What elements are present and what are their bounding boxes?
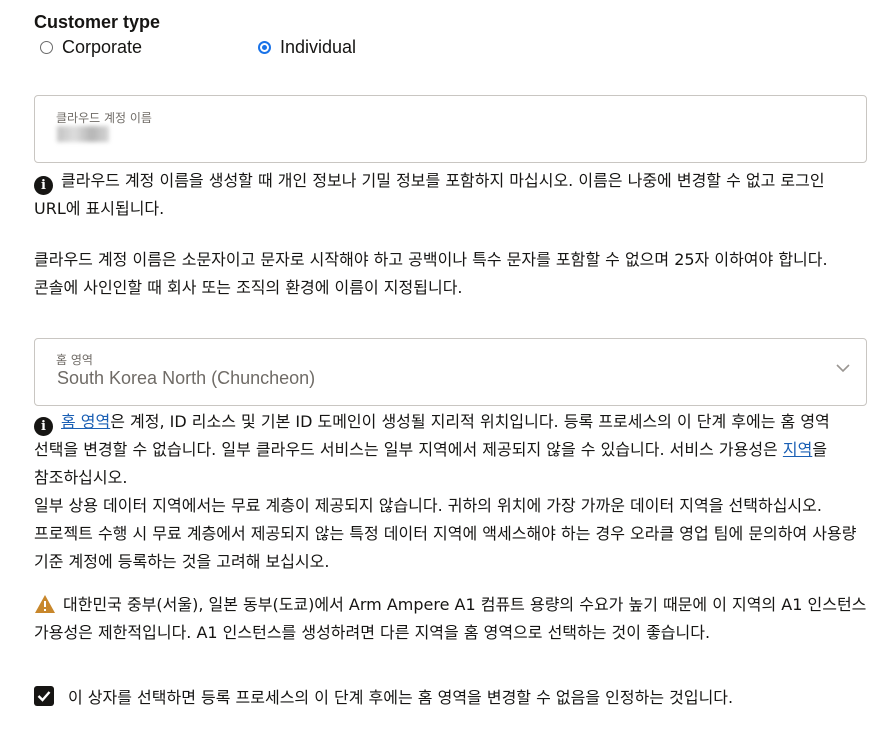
home-region-label: 홈 영역 <box>56 353 93 367</box>
home-region-info-text-1: 은 계정, ID 리소스 및 기본 ID 도메인이 생성될 지리적 위치입니다.… <box>34 412 830 459</box>
warning-icon <box>35 595 55 613</box>
info-icon: i <box>34 417 53 436</box>
radio-individual-circle[interactable] <box>258 41 271 54</box>
a1-warning: 대한민국 중부(서울), 일본 동부(도쿄)에서 Arm Ampere A1 컴… <box>34 591 870 647</box>
home-region-value: South Korea North (Chuncheon) <box>57 368 316 388</box>
regions-link[interactable]: 지역 <box>783 440 812 459</box>
chevron-down-icon[interactable] <box>836 363 850 373</box>
checkmark-icon <box>37 691 51 702</box>
a1-warning-text: 대한민국 중부(서울), 일본 동부(도쿄)에서 Arm Ampere A1 컴… <box>34 595 867 642</box>
home-region-link[interactable]: 홈 영역 <box>61 412 110 431</box>
acknowledge-row[interactable]: 이 상자를 선택하면 등록 프로세스의 이 단계 후에는 홈 영역을 변경할 수… <box>34 684 733 708</box>
radio-individual[interactable]: Individual <box>258 37 356 58</box>
info-icon: i <box>34 176 53 195</box>
acknowledge-label[interactable]: 이 상자를 선택하면 등록 프로세스의 이 단계 후에는 홈 영역을 변경할 수… <box>68 684 733 708</box>
home-region-select[interactable]: 홈 영역 South Korea North (Chuncheon) <box>34 338 867 406</box>
acknowledge-checkbox[interactable] <box>34 686 54 706</box>
cloud-account-info-text: 클라우드 계정 이름을 생성할 때 개인 정보나 기밀 정보를 포함하지 마십시… <box>34 171 825 218</box>
free-tier-text: 일부 상용 데이터 지역에서는 무료 계층이 제공되지 않습니다. 귀하의 위치… <box>34 496 857 571</box>
cloud-account-name-value-redacted <box>57 126 109 142</box>
radio-individual-label[interactable]: Individual <box>280 37 356 58</box>
radio-corporate-label[interactable]: Corporate <box>62 37 142 58</box>
customer-type-title: Customer type <box>34 12 161 32</box>
home-region-info: i 홈 영역은 계정, ID 리소스 및 기본 ID 도메인이 생성될 지리적 위… <box>34 408 870 492</box>
cloud-account-name-label: 클라우드 계정 이름 <box>56 111 152 125</box>
cloud-account-rules-text: 클라우드 계정 이름은 소문자이고 문자로 시작해야 하고 공백이나 특수 문자… <box>34 250 828 297</box>
cloud-account-name-field[interactable]: 클라우드 계정 이름 <box>34 95 867 163</box>
cloud-account-info: i 클라우드 계정 이름을 생성할 때 개인 정보나 기밀 정보를 포함하지 마십… <box>34 167 870 223</box>
radio-corporate-circle[interactable] <box>40 41 53 54</box>
radio-corporate[interactable]: Corporate <box>40 37 142 58</box>
